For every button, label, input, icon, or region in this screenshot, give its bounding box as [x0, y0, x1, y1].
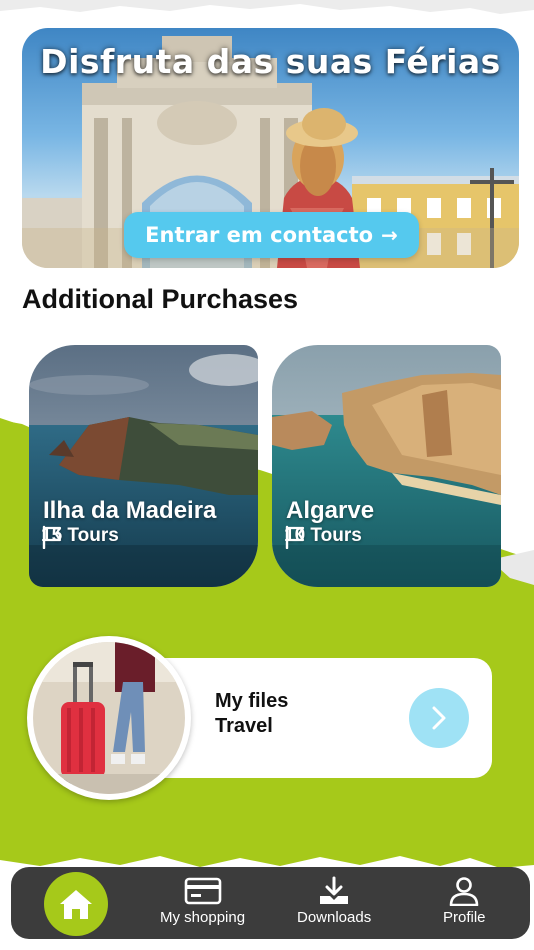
arrow-right-icon: →	[381, 223, 398, 247]
chevron-right-icon	[432, 706, 446, 730]
tours-count: 10 Tours	[284, 525, 362, 549]
nav-my-shopping[interactable]: My shopping	[160, 876, 245, 926]
destination-name: Algarve	[286, 497, 375, 524]
destination-card-algarve[interactable]: Algarve 10 Tours	[272, 345, 501, 587]
my-files-title: My files	[215, 690, 289, 712]
hero-banner[interactable]: Disfruta das suas Férias Entrar em conta…	[22, 28, 519, 268]
algarve-photo	[272, 345, 501, 587]
flag-icon	[285, 525, 305, 549]
download-icon	[320, 876, 349, 904]
tours-count: 15 Tours	[41, 525, 119, 549]
nav-downloads[interactable]: Downloads	[297, 876, 371, 926]
destination-name: Ilha da Madeira	[43, 497, 217, 524]
nav-home-button[interactable]	[44, 872, 108, 936]
home-icon	[60, 890, 92, 919]
suitcase-photo	[27, 636, 191, 800]
suitcase-image	[33, 642, 185, 794]
my-files-text: My files Travel	[215, 689, 288, 739]
flag-icon	[42, 525, 62, 549]
madeira-photo	[29, 345, 258, 587]
section-title: Additional Purchases	[22, 284, 299, 314]
nav-label: My shopping	[160, 909, 246, 926]
torn-paper-top	[0, 0, 534, 14]
open-files-button[interactable]	[409, 688, 469, 748]
my-files-subtitle: Travel	[215, 715, 273, 737]
destination-card-madeira[interactable]: Ilha da Madeira 15 Tours	[29, 345, 258, 587]
card-icon	[184, 877, 221, 905]
nav-profile[interactable]: Profile	[443, 876, 486, 926]
user-icon	[449, 877, 479, 906]
app-screen: Disfruta das suas Férias Entrar em conta…	[0, 0, 534, 950]
nav-label: Downloads	[297, 909, 372, 926]
contact-button-label: Entrar em contacto	[145, 223, 374, 247]
contact-button[interactable]: Entrar em contacto →	[124, 212, 419, 258]
hero-title: Disfruta das suas Férias	[40, 42, 501, 81]
nav-label: Profile	[443, 909, 486, 926]
